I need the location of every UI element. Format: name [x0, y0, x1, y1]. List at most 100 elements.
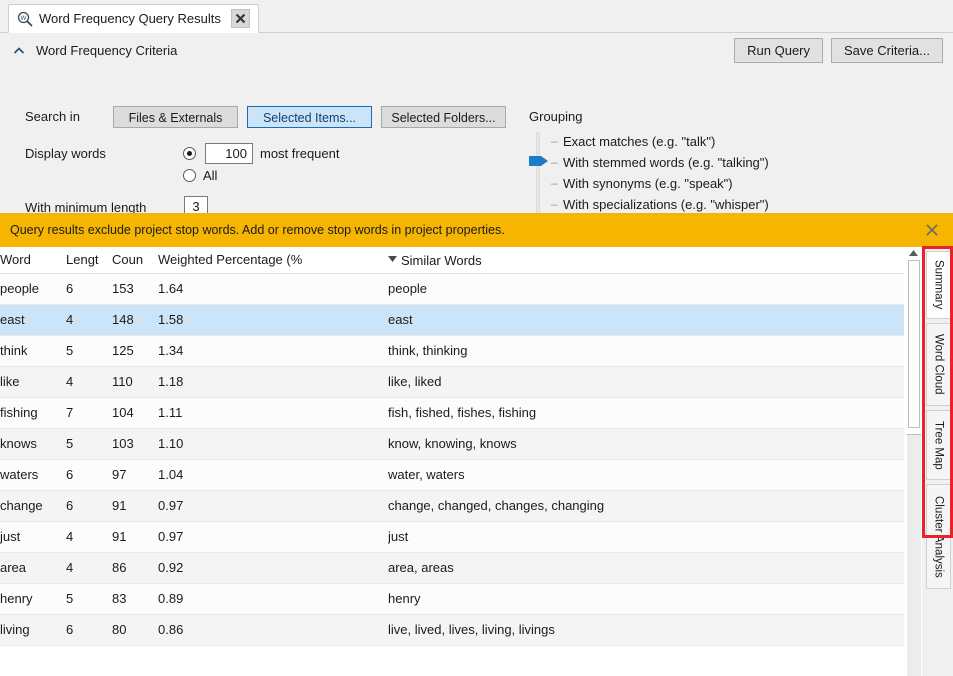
cell-similar-words: henry	[388, 583, 904, 615]
search-in-button-group: Files & Externals Selected Items... Sele…	[113, 106, 506, 128]
criteria-action-buttons: Run Query Save Criteria...	[734, 38, 943, 63]
cell-length: 6	[66, 459, 112, 491]
cell-length: 6	[66, 614, 112, 646]
column-header-word[interactable]: Word	[0, 247, 66, 274]
grouping-option-specializations[interactable]: – With specializations (e.g. "whisper")	[551, 196, 769, 212]
cell-weighted-percentage: 1.34	[158, 335, 388, 367]
cell-count: 153	[112, 273, 158, 305]
cell-word: east	[0, 304, 66, 336]
cell-count: 97	[112, 459, 158, 491]
grouping-option-synonyms[interactable]: – With synonyms (e.g. "speak")	[551, 175, 733, 191]
cell-similar-words: change, changed, changes, changing	[388, 490, 904, 522]
grouping-tick-icon: –	[551, 134, 558, 148]
cell-weighted-percentage: 0.97	[158, 521, 388, 553]
grouping-tick-icon: –	[551, 155, 558, 169]
close-icon[interactable]	[230, 9, 250, 28]
svg-text:W: W	[21, 16, 27, 22]
rail-tab-summary[interactable]: Summary	[926, 251, 951, 319]
cell-length: 4	[66, 304, 112, 336]
all-label: All	[203, 168, 218, 183]
results-vertical-scrollbar[interactable]	[904, 247, 922, 676]
cell-similar-words: east	[388, 304, 904, 336]
radio-all[interactable]	[183, 169, 196, 182]
word-frequency-query-results-window: W Word Frequency Query Results Word Freq…	[0, 0, 953, 676]
cell-count: 86	[112, 552, 158, 584]
rail-tab-label: Summary	[932, 260, 945, 310]
scrollbar-thumb[interactable]	[908, 260, 920, 428]
rail-tab-cluster-analysis[interactable]: Cluster Analysis	[926, 484, 951, 589]
cell-weighted-percentage: 1.64	[158, 273, 388, 305]
cell-word: waters	[0, 459, 66, 491]
cell-length: 6	[66, 273, 112, 305]
search-in-files-externals-button[interactable]: Files & Externals	[113, 106, 238, 128]
cell-weighted-percentage: 1.04	[158, 459, 388, 491]
grouping-tick-icon: –	[551, 176, 558, 190]
table-row[interactable]: fishing 7 104 1.11 fish, fished, fishes, fis…	[0, 397, 904, 429]
table-row[interactable]: knows 5 103 1.10 know, knowing, knows	[0, 428, 904, 460]
cell-weighted-percentage: 0.89	[158, 583, 388, 615]
cell-similar-words: just	[388, 521, 904, 553]
table-row[interactable]: east 4 148 1.58 east	[0, 304, 904, 336]
column-header-weighted-percentage[interactable]: Weighted Percentage (%	[158, 247, 388, 274]
tab-word-frequency-query-results[interactable]: W Word Frequency Query Results	[8, 4, 259, 33]
search-in-selected-items-button[interactable]: Selected Items...	[247, 106, 372, 128]
cell-similar-words: live, lived, lives, living, livings	[388, 614, 904, 646]
display-words-most-frequent-row: most frequent	[183, 143, 340, 164]
cell-count: 80	[112, 614, 158, 646]
grouping-option-label: With synonyms (e.g. "speak")	[563, 175, 733, 191]
cell-weighted-percentage: 1.11	[158, 397, 388, 429]
table-row[interactable]: just 4 91 0.97 just	[0, 521, 904, 553]
table-row[interactable]: henry 5 83 0.89 henry	[0, 583, 904, 615]
display-words-all-row: All	[183, 168, 217, 183]
cell-count: 83	[112, 583, 158, 615]
cell-weighted-percentage: 1.18	[158, 366, 388, 398]
criteria-collapse-header[interactable]: Word Frequency Criteria	[12, 43, 177, 58]
cell-weighted-percentage: 0.97	[158, 490, 388, 522]
cell-weighted-percentage: 0.92	[158, 552, 388, 584]
cell-similar-words: area, areas	[388, 552, 904, 584]
notice-close-icon[interactable]	[923, 221, 941, 239]
column-header-similar-words[interactable]: Similar Words	[388, 247, 904, 274]
cell-count: 110	[112, 366, 158, 398]
scroll-up-arrow-icon[interactable]	[905, 247, 922, 259]
search-in-selected-folders-button[interactable]: Selected Folders...	[381, 106, 506, 128]
word-frequency-search-icon: W	[17, 11, 33, 27]
cell-word: people	[0, 273, 66, 305]
cell-word: just	[0, 521, 66, 553]
table-row[interactable]: think 5 125 1.34 think, thinking	[0, 335, 904, 367]
table-row[interactable]: people 6 153 1.64 people	[0, 273, 904, 305]
cell-length: 4	[66, 552, 112, 584]
rail-tab-label: Word Cloud	[932, 334, 945, 395]
table-row[interactable]: change 6 91 0.97 change, changed, changes, c…	[0, 490, 904, 522]
cell-similar-words: water, waters	[388, 459, 904, 491]
scrollbar-lower-track[interactable]	[907, 434, 921, 676]
table-row[interactable]: waters 6 97 1.04 water, waters	[0, 459, 904, 491]
cell-word: area	[0, 552, 66, 584]
cell-length: 7	[66, 397, 112, 429]
radio-most-frequent[interactable]	[183, 147, 196, 160]
grouping-option-stemmed-words[interactable]: – With stemmed words (e.g. "talking")	[551, 154, 769, 170]
grouping-slider-thumb[interactable]	[529, 154, 549, 168]
table-row[interactable]: area 4 86 0.92 area, areas	[0, 552, 904, 584]
rail-tab-tree-map[interactable]: Tree Map	[926, 410, 951, 480]
cell-count: 125	[112, 335, 158, 367]
cell-word: fishing	[0, 397, 66, 429]
table-header-row: Word Lengt Coun Weighted Percentage (% S…	[0, 247, 904, 274]
cell-similar-words: like, liked	[388, 366, 904, 398]
grouping-option-label: With specializations (e.g. "whisper")	[563, 196, 769, 212]
table-body: people 6 153 1.64 people east 4 148 1.58 east thin…	[0, 273, 904, 646]
cell-length: 5	[66, 335, 112, 367]
run-query-button[interactable]: Run Query	[734, 38, 824, 63]
column-header-count[interactable]: Coun	[112, 247, 158, 274]
rail-tab-word-cloud[interactable]: Word Cloud	[926, 323, 951, 406]
table-row[interactable]: living 6 80 0.86 live, lived, lives, living,…	[0, 614, 904, 646]
most-frequent-label: most frequent	[260, 146, 340, 161]
cell-similar-words: people	[388, 273, 904, 305]
column-header-length[interactable]: Lengt	[66, 247, 112, 274]
column-header-similar-words-label: Similar Words	[401, 253, 482, 268]
grouping-option-exact-matches[interactable]: – Exact matches (e.g. "talk")	[551, 133, 715, 149]
cell-weighted-percentage: 1.58	[158, 304, 388, 336]
save-criteria-button[interactable]: Save Criteria...	[831, 38, 943, 63]
most-frequent-count-input[interactable]	[205, 143, 253, 164]
table-row[interactable]: like 4 110 1.18 like, liked	[0, 366, 904, 398]
